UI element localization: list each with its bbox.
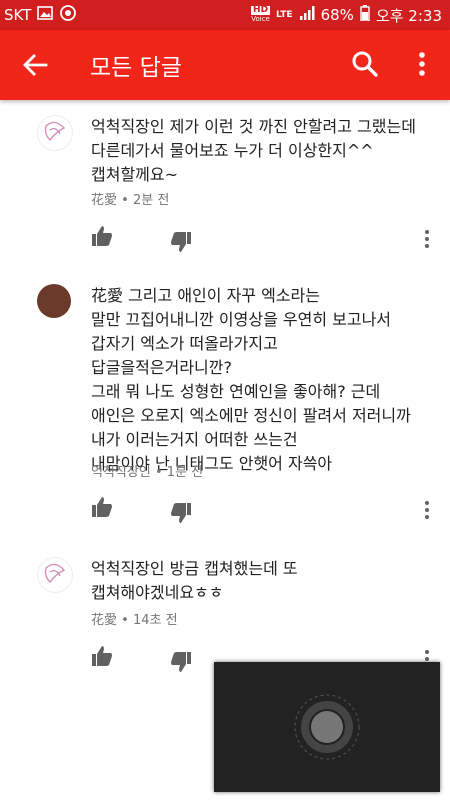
reply-item: 억척직장인 방금 캡쳐했는데 또 캡쳐해야겠네요ㅎㅎ 花愛 • 14초 전 bbox=[0, 557, 450, 672]
thumbs-down-icon[interactable] bbox=[170, 651, 192, 673]
clock: 오후 2:33 bbox=[375, 6, 442, 25]
reply-item: 花愛 그리고 애인이 자꾸 엑소라는 말만 끄집어내니깐 이영상을 우연히 보고… bbox=[0, 284, 450, 534]
comment-text: 억척직장인 방금 캡쳐했는데 또 캡쳐해야겠네요ㅎㅎ bbox=[91, 559, 298, 602]
status-bar: SKT HD Voice LTE 68% 오후 2:33 bbox=[0, 0, 450, 30]
image-icon bbox=[37, 6, 54, 24]
carrier-label: SKT bbox=[4, 6, 32, 24]
comment-actions bbox=[0, 225, 450, 255]
voice-label: Voice bbox=[251, 15, 270, 23]
comment-time: 1분 전 bbox=[166, 465, 204, 480]
battery-icon bbox=[360, 5, 370, 25]
battery-percent: 68% bbox=[320, 6, 354, 24]
comment-text: 억척직장인 제가 이런 것 까진 안할려고 그랬는데 다른데가서 물어보죠 누가… bbox=[91, 117, 416, 184]
lte-label: LTE bbox=[276, 9, 293, 20]
hd-label: HD bbox=[251, 5, 271, 15]
comment-meta: 억척직장인 • 1분 전 bbox=[91, 461, 203, 480]
more-options-icon[interactable] bbox=[424, 229, 430, 249]
avatar[interactable] bbox=[37, 115, 73, 151]
comment-meta: 花愛 • 2분 전 bbox=[91, 189, 169, 208]
reply-item: 억척직장인 제가 이런 것 까진 안할려고 그랬는데 다른데가서 물어보죠 누가… bbox=[0, 115, 450, 255]
meta-separator: • bbox=[154, 465, 163, 480]
comment-author[interactable]: 억척직장인 bbox=[91, 465, 151, 480]
comment-text: 花愛 그리고 애인이 자꾸 엑소라는 말만 끄집어내니깐 이영상을 우연히 보고… bbox=[91, 286, 411, 473]
meta-separator: • bbox=[121, 193, 129, 208]
comment-meta: 花愛 • 14초 전 bbox=[91, 609, 178, 628]
page-title: 모든 답글 bbox=[90, 55, 182, 81]
thumbs-up-icon[interactable] bbox=[91, 225, 113, 247]
comment-author[interactable]: 花愛 bbox=[91, 613, 117, 628]
comment-time: 2분 전 bbox=[132, 193, 170, 208]
comment-time: 14초 전 bbox=[132, 613, 178, 628]
sync-icon bbox=[59, 4, 77, 26]
meta-separator: • bbox=[121, 613, 129, 628]
player-loading-icon bbox=[294, 694, 360, 760]
comment-author[interactable]: 花愛 bbox=[91, 193, 117, 208]
hd-voice-icon: HD Voice bbox=[251, 5, 271, 24]
app-bar: 모든 답글 bbox=[0, 30, 450, 100]
avatar[interactable] bbox=[37, 284, 71, 318]
thumbs-down-icon[interactable] bbox=[170, 231, 192, 253]
thumbs-up-icon[interactable] bbox=[91, 645, 113, 667]
back-arrow-icon[interactable] bbox=[22, 52, 48, 78]
more-options-icon[interactable] bbox=[424, 500, 430, 520]
search-icon[interactable] bbox=[351, 50, 379, 78]
avatar[interactable] bbox=[37, 557, 73, 593]
signal-icon bbox=[299, 6, 315, 24]
thumbs-down-icon[interactable] bbox=[170, 502, 192, 524]
more-vert-icon[interactable] bbox=[410, 50, 434, 78]
mini-player[interactable] bbox=[214, 662, 440, 792]
thumbs-up-icon[interactable] bbox=[91, 496, 113, 518]
comment-actions bbox=[0, 496, 450, 526]
